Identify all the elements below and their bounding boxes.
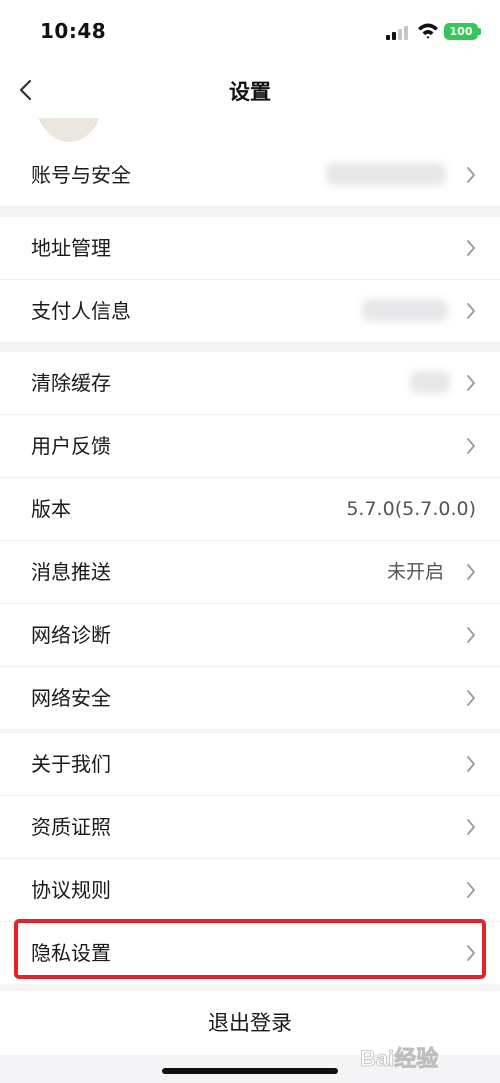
highlight-box	[14, 919, 486, 979]
settings-group-account: 账号与安全	[0, 144, 500, 206]
chevron-right-icon	[467, 756, 475, 772]
status-bar: 10:48 100	[0, 0, 500, 62]
row-label: 关于我们	[31, 752, 111, 776]
battery-tip	[478, 28, 481, 35]
row-label: 支付人信息	[31, 299, 131, 323]
chevron-right-icon	[467, 240, 475, 256]
row-label: 账号与安全	[31, 163, 131, 187]
baidu-watermark-logo: Bai经验	[360, 1046, 439, 1072]
row-agreements[interactable]: 协议规则	[0, 859, 500, 922]
chevron-right-icon	[467, 303, 475, 319]
row-payer-info[interactable]: 支付人信息	[0, 280, 500, 342]
row-qualifications[interactable]: 资质证照	[0, 796, 500, 859]
row-network-security[interactable]: 网络安全	[0, 667, 500, 729]
row-about-us[interactable]: 关于我们	[0, 733, 500, 796]
home-indicator	[162, 1068, 338, 1074]
chevron-right-icon	[467, 564, 475, 580]
blurred-value	[362, 299, 448, 321]
page-title: 设置	[229, 80, 271, 104]
row-clear-cache[interactable]: 清除缓存	[0, 352, 500, 415]
settings-group-address: 地址管理 支付人信息	[0, 217, 500, 342]
profile-header[interactable]	[0, 118, 500, 144]
nav-bar: 设置	[0, 62, 500, 118]
row-label: 版本	[31, 497, 71, 521]
status-time: 10:48	[40, 19, 107, 43]
row-label: 协议规则	[31, 878, 111, 902]
row-user-feedback[interactable]: 用户反馈	[0, 415, 500, 478]
row-label: 地址管理	[31, 236, 111, 260]
row-address-management[interactable]: 地址管理	[0, 217, 500, 280]
row-account-security[interactable]: 账号与安全	[0, 144, 500, 206]
signal-icon	[386, 26, 410, 40]
watermark-text: Bai经验	[360, 1046, 438, 1071]
avatar[interactable]	[36, 118, 102, 142]
blurred-value	[326, 163, 446, 185]
row-push-notifications[interactable]: 消息推送 未开启	[0, 541, 500, 604]
wifi-icon	[418, 23, 438, 39]
chevron-right-icon	[467, 375, 475, 391]
chevron-right-icon	[467, 167, 475, 183]
chevron-right-icon	[467, 882, 475, 898]
battery-icon: 100	[444, 23, 478, 40]
push-status-value: 未开启	[386, 561, 444, 583]
settings-group-general: 清除缓存 用户反馈 版本 5.7.0(5.7.0.0) 消息推送 未开启 网络诊…	[0, 352, 500, 729]
row-version: 版本 5.7.0(5.7.0.0)	[0, 478, 500, 541]
chevron-right-icon	[467, 690, 475, 706]
row-label: 清除缓存	[31, 371, 111, 395]
chevron-right-icon	[467, 819, 475, 835]
row-label: 网络安全	[31, 686, 111, 710]
battery-level: 100	[449, 25, 473, 38]
blurred-value	[410, 371, 450, 393]
version-value: 5.7.0(5.7.0.0)	[346, 498, 476, 520]
row-label: 网络诊断	[31, 623, 111, 647]
row-label: 消息推送	[31, 560, 111, 584]
row-network-diagnosis[interactable]: 网络诊断	[0, 604, 500, 667]
row-label: 资质证照	[31, 815, 111, 839]
chevron-right-icon	[467, 627, 475, 643]
row-label: 用户反馈	[31, 434, 111, 458]
chevron-right-icon	[467, 438, 475, 454]
